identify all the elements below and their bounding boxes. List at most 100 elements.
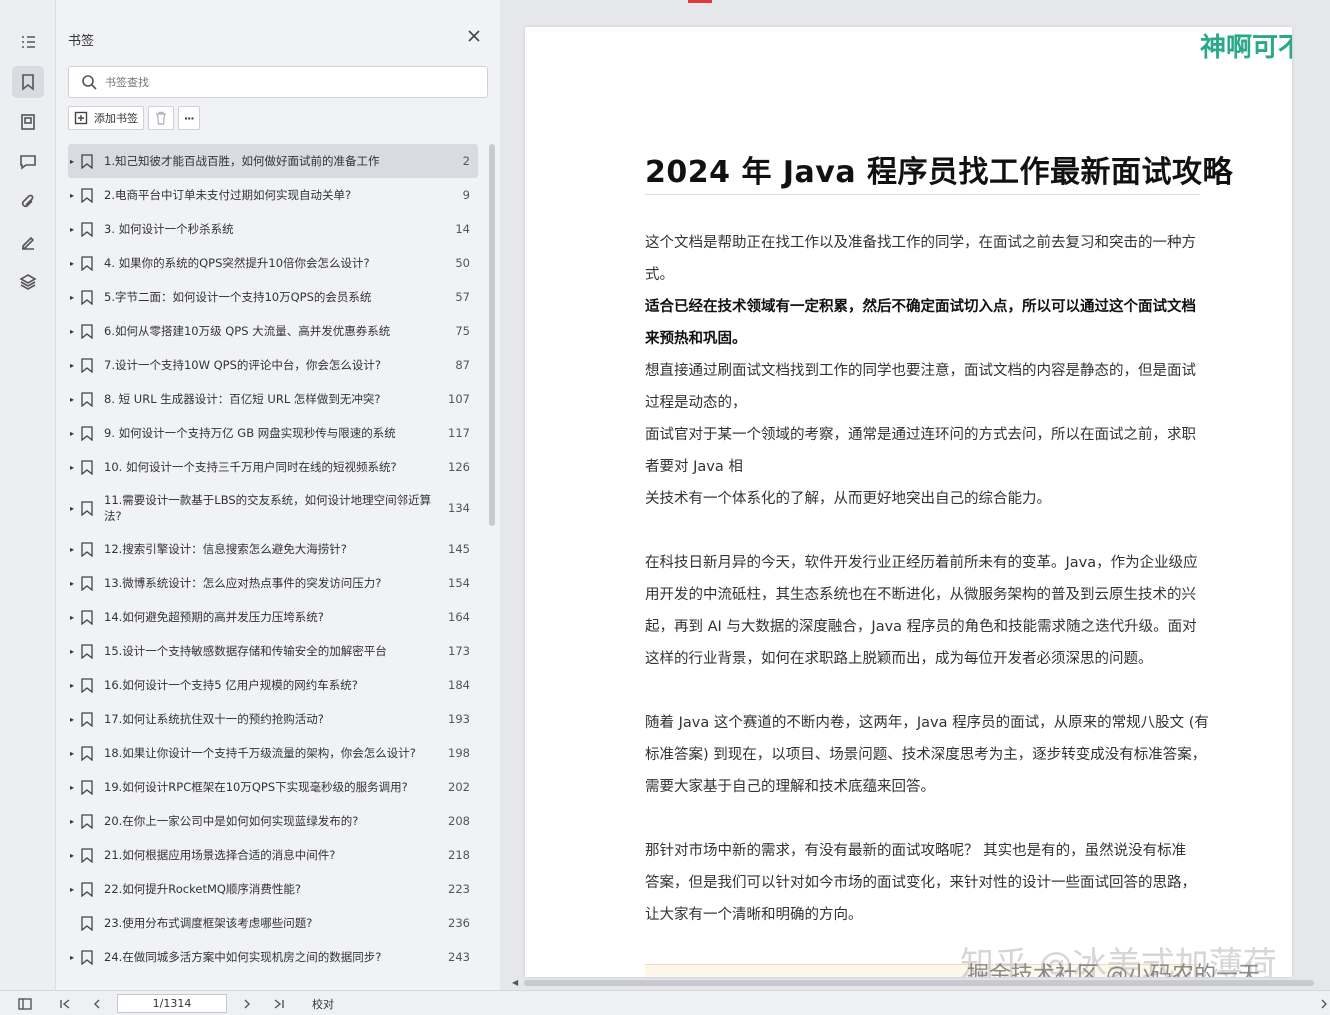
bookmark-item[interactable]: ▸ 7.设计一个支持10W QPS的评论中台，你会怎么设计? 87 xyxy=(68,348,478,382)
add-bookmark-button[interactable]: 添加书签 xyxy=(68,106,144,130)
bookmark-item[interactable]: ▸ 18.如果让你设计一个支持千万级流量的架构，你会怎么设计? 198 xyxy=(68,736,478,770)
expand-arrow-icon[interactable]: ▸ xyxy=(70,225,76,234)
document-paragraph: 适合已经在技术领域有一定积累，然后不确定面试切入点，所以可以通过这个面试文档 来预… xyxy=(645,291,1200,355)
close-icon[interactable] xyxy=(467,28,485,46)
bookmark-item[interactable]: ▸ 20.在你上一家公司中是如何如何实现蓝绿发布的? 208 xyxy=(68,804,478,838)
paragraph-line: 这个文档是帮助正在找工作以及准备找工作的同学，在面试之前去复习和突击的一种方 xyxy=(645,235,1196,251)
bookmark-item[interactable]: ▸ 11.需要设计一款基于LBS的交友系统，如何设计地理空间邻近算法? 134 xyxy=(68,484,478,532)
bookmark-item[interactable]: ▸ 17.如何让系统抗住双十一的预约抢购活动? 193 xyxy=(68,702,478,736)
expand-arrow-icon[interactable]: ▸ xyxy=(70,259,76,268)
expand-arrow-icon[interactable]: ▸ xyxy=(70,191,76,200)
expand-arrow-icon[interactable]: ▸ xyxy=(70,293,76,302)
bookmark-item[interactable]: ▸ 13.微博系统设计：怎么应对热点事件的突发访问压力? 154 xyxy=(68,566,478,600)
next-page-icon[interactable] xyxy=(240,996,254,1010)
bookmark-item[interactable]: ▸ 5.字节二面：如何设计一个支持10万QPS的会员系统 57 xyxy=(68,280,478,314)
bookmark-item-label: 12.搜索引擎设计：信息搜索怎么避免大海捞针? xyxy=(104,542,347,556)
expand-arrow-icon[interactable]: ▸ xyxy=(70,715,76,724)
bookmark-item[interactable]: ▸ 21.如何根据应用场景选择合适的消息中间件? 218 xyxy=(68,838,478,872)
expand-arrow-icon[interactable]: ▸ xyxy=(70,851,76,860)
bookmark-item-icon xyxy=(81,915,93,931)
bookmark-item[interactable]: ▸ 19.如何设计RPC框架在10万QPS下实现毫秒级的服务调用? 202 xyxy=(68,770,478,804)
expand-arrow-icon[interactable]: ▸ xyxy=(70,817,76,826)
bookmark-search[interactable] xyxy=(68,66,488,98)
outline-icon[interactable] xyxy=(12,26,44,58)
layers-icon[interactable] xyxy=(12,266,44,298)
bookmark-item[interactable]: ▸ 16.如何设计一个支持5 亿用户规模的网约车系统? 184 xyxy=(68,668,478,702)
horizontal-scrollbar[interactable]: ◀ xyxy=(512,978,1322,987)
paragraph-line: 标准答案) 到现在，以项目、场景问题、技术深度思考为主，逐步转变成没有标准答案， xyxy=(645,747,1207,763)
bookmark-item[interactable]: 23.使用分布式调度框架该考虑哪些问题? 236 xyxy=(68,906,478,940)
last-page-icon[interactable] xyxy=(272,996,286,1010)
bookmark-item[interactable]: ▸ 22.如何提升RocketMQ顺序消费性能? 223 xyxy=(68,872,478,906)
bookmark-item[interactable]: ▸ 1.知己知彼才能百战百胜，如何做好面试前的准备工作 2 xyxy=(68,144,478,178)
bookmark-item-page: 57 xyxy=(455,290,470,304)
bookmark-item-page: 164 xyxy=(448,610,470,624)
bookmark-item-label: 22.如何提升RocketMQ顺序消费性能? xyxy=(104,882,302,896)
bookmark-list-scrollbar[interactable] xyxy=(489,144,495,526)
bookmark-item-page: 9 xyxy=(462,188,470,202)
paragraph-line: 答案，但是我们可以针对如今市场的面试变化，来针对性的设计一些面试回答的思路， xyxy=(645,875,1196,891)
expand-arrow-icon[interactable]: ▸ xyxy=(70,613,76,622)
page-number-input[interactable]: 1/1314 xyxy=(117,994,227,1013)
bookmark-item-label: 17.如何让系统抗住双十一的预约抢购活动? xyxy=(104,712,324,726)
bookmark-item[interactable]: ▸ 3. 如何设计一个秒杀系统 14 xyxy=(68,212,478,246)
proofread-button[interactable]: 校对 xyxy=(312,996,334,1012)
bookmark-item[interactable]: ▸ 9. 如何设计一个支持万亿 GB 网盘实现秒传与限速的系统 117 xyxy=(68,416,478,450)
bookmark-item-page: 50 xyxy=(455,256,470,270)
bookmark-item-icon xyxy=(81,289,93,305)
expand-arrow-icon[interactable]: ▸ xyxy=(70,953,76,962)
comment-icon[interactable] xyxy=(12,146,44,178)
bookmark-item[interactable]: ▸ 10. 如何设计一个支持三千万用户同时在线的短视频系统? 126 xyxy=(68,450,478,484)
bookmark-search-input[interactable] xyxy=(105,75,465,89)
bookmark-item[interactable]: ▸ 4. 如果你的系统的QPS突然提升10倍你会怎么设计? 50 xyxy=(68,246,478,280)
more-right-icon[interactable] xyxy=(1318,996,1330,1010)
bookmark-item-page: 154 xyxy=(448,576,470,590)
expand-arrow-icon[interactable]: ▸ xyxy=(70,395,76,404)
expand-arrow-icon[interactable]: ▸ xyxy=(70,749,76,758)
delete-bookmark-button[interactable] xyxy=(148,106,174,130)
bookmark-item[interactable]: ▸ 8. 短 URL 生成器设计：百亿短 URL 怎样做到无冲突? 107 xyxy=(68,382,478,416)
expand-arrow-icon[interactable]: ▸ xyxy=(70,885,76,894)
bookmark-item-icon xyxy=(81,459,93,475)
document-paragraph: 随着 Java 这个赛道的不断内卷，这两年，Java 程序员的面试，从原来的常规… xyxy=(645,707,1209,803)
bookmark-item[interactable]: ▸ 2.电商平台中订单未支付过期如何实现自动关单? 9 xyxy=(68,178,478,212)
bookmark-item-page: 14 xyxy=(455,222,470,236)
expand-arrow-icon[interactable]: ▸ xyxy=(70,545,76,554)
bookmark-item[interactable]: ▸ 14.如何避免超预期的高并发压力压垮系统? 164 xyxy=(68,600,478,634)
bookmark-item-page: 193 xyxy=(448,712,470,726)
bookmark-item[interactable]: ▸ 15.设计一个支持敏感数据存储和传输安全的加解密平台 173 xyxy=(68,634,478,668)
sidebar-toggle-icon[interactable] xyxy=(18,996,32,1010)
signature-icon[interactable] xyxy=(12,226,44,258)
bookmark-item-label: 15.设计一个支持敏感数据存储和传输安全的加解密平台 xyxy=(104,644,387,658)
expand-arrow-icon[interactable]: ▸ xyxy=(70,361,76,370)
expand-arrow-icon[interactable]: ▸ xyxy=(70,463,76,472)
left-icon-rail xyxy=(0,0,56,990)
bookmark-item-page: 145 xyxy=(448,542,470,556)
bookmark-item[interactable]: ▸ 6.如何从零搭建10万级 QPS 大流量、高并发优惠券系统 75 xyxy=(68,314,478,348)
bookmark-icon[interactable] xyxy=(12,66,44,98)
bookmark-item-label: 7.设计一个支持10W QPS的评论中台，你会怎么设计? xyxy=(104,358,382,372)
scroll-left-arrow-icon[interactable]: ◀ xyxy=(512,978,518,987)
more-options-button[interactable]: ··· xyxy=(178,106,200,130)
expand-arrow-icon[interactable]: ▸ xyxy=(70,157,76,166)
expand-arrow-icon[interactable]: ▸ xyxy=(70,647,76,656)
first-page-icon[interactable] xyxy=(58,996,72,1010)
bookmark-item[interactable]: ▸ 12.搜索引擎设计：信息搜索怎么避免大海捞针? 145 xyxy=(68,532,478,566)
horizontal-scroll-thumb[interactable] xyxy=(524,980,1314,986)
bookmark-toolbar: 添加书签 ··· xyxy=(68,106,200,130)
expand-arrow-icon[interactable]: ▸ xyxy=(70,783,76,792)
expand-arrow-icon[interactable]: ▸ xyxy=(70,327,76,336)
bookmark-item-icon xyxy=(81,153,93,169)
expand-arrow-icon[interactable]: ▸ xyxy=(70,681,76,690)
bookmark-item-label: 6.如何从零搭建10万级 QPS 大流量、高并发优惠券系统 xyxy=(104,324,391,338)
bookmark-item-icon xyxy=(81,677,93,693)
expand-arrow-icon[interactable]: ▸ xyxy=(70,504,76,513)
attachment-icon[interactable] xyxy=(12,186,44,218)
paragraph-line: 来预热和巩固。 xyxy=(645,331,747,347)
expand-arrow-icon[interactable]: ▸ xyxy=(70,579,76,588)
bookmark-item[interactable]: ▸ 24.在做同城多活方案中如何实现机房之间的数据同步? 243 xyxy=(68,940,478,974)
bookmark-item-label: 19.如何设计RPC框架在10万QPS下实现毫秒级的服务调用? xyxy=(104,780,408,794)
expand-arrow-icon[interactable]: ▸ xyxy=(70,429,76,438)
thumbnail-icon[interactable] xyxy=(12,106,44,138)
previous-page-icon[interactable] xyxy=(90,996,104,1010)
